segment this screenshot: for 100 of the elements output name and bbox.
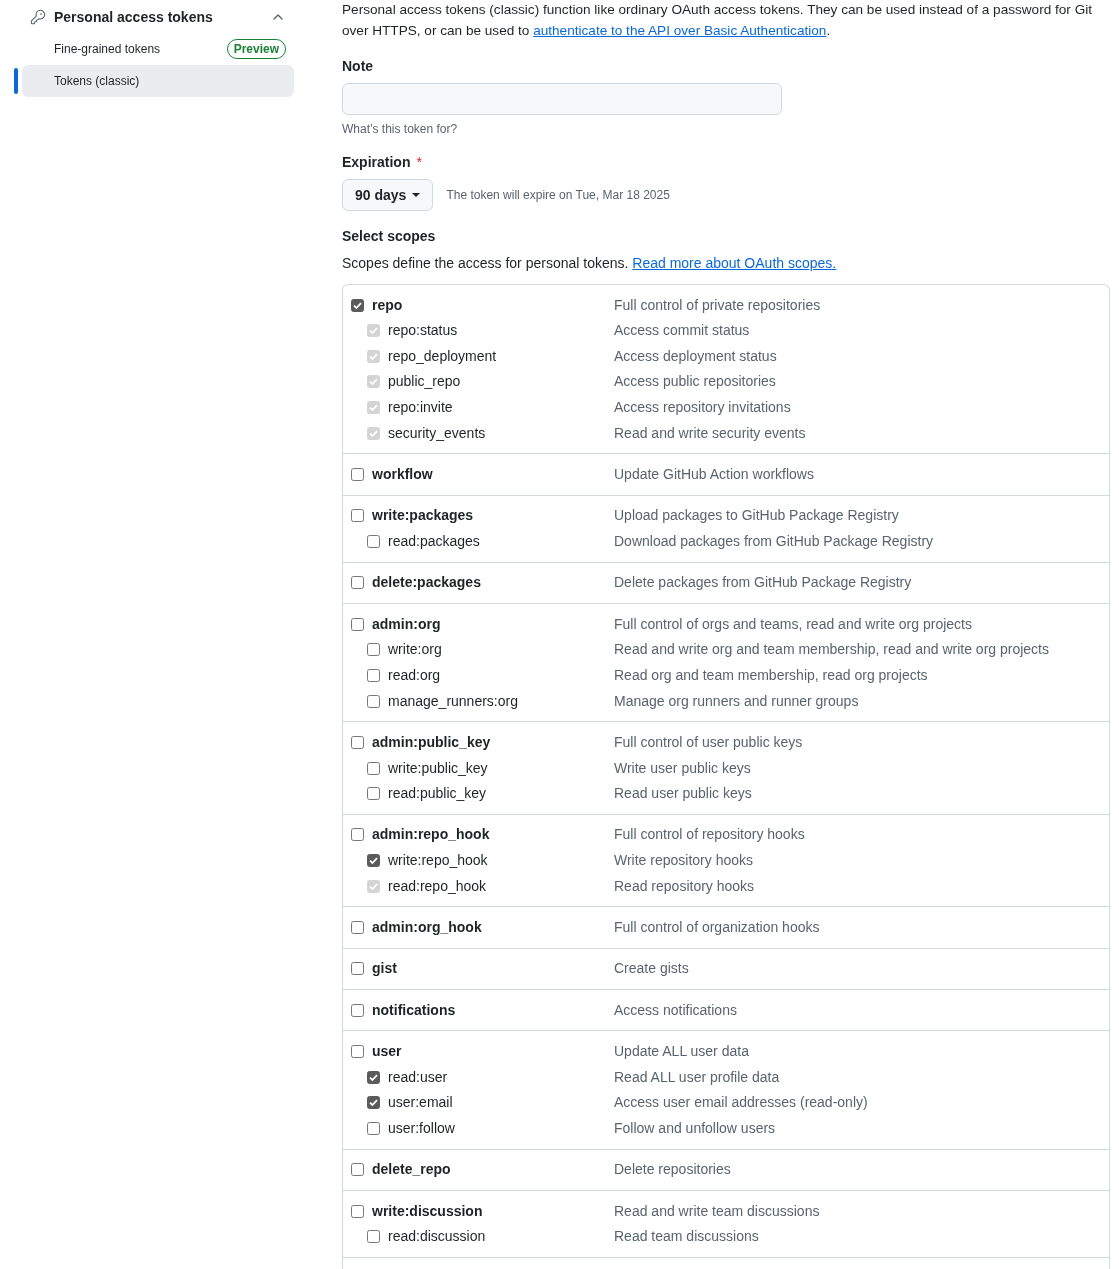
note-hint: What’s this token for? — [342, 121, 458, 138]
scope-description: Access commit status — [614, 321, 750, 341]
scope-name: write:org — [388, 640, 442, 660]
checkbox[interactable] — [351, 735, 364, 749]
scope-name: write:packages — [372, 506, 474, 526]
checkbox[interactable] — [367, 787, 380, 801]
checkbox[interactable] — [367, 643, 380, 657]
checkbox[interactable] — [367, 1070, 380, 1084]
scope-description: Access deployment status — [614, 346, 777, 366]
sidebar-item[interactable]: Fine-grained tokens Preview — [22, 33, 294, 65]
scope-description: Delete packages from GitHub Package Registry — [614, 573, 912, 593]
scope-description: Read team discussions — [614, 1227, 759, 1247]
scope-name: delete_repo — [372, 1160, 451, 1180]
note-input[interactable] — [342, 83, 782, 115]
checkbox[interactable] — [367, 1230, 380, 1244]
checkbox[interactable] — [351, 962, 364, 976]
scope-description: Full control of private repositories — [614, 295, 821, 315]
checkbox[interactable] — [351, 576, 364, 590]
checkbox[interactable] — [367, 761, 380, 775]
checkbox[interactable] — [351, 1003, 364, 1017]
checkbox[interactable] — [367, 668, 380, 682]
scope-name: user:follow — [388, 1118, 455, 1138]
scope-name: delete:packages — [372, 573, 481, 593]
scope-description: Upload packages to GitHub Package Registry — [614, 506, 899, 526]
scope-name: write:public_key — [388, 758, 488, 778]
scope-description: Read org and team membership, read org projects — [614, 665, 928, 685]
checkbox[interactable] — [351, 921, 364, 935]
expiration-dropdown[interactable]: 90 days — [342, 179, 434, 211]
scope-name: repo_deployment — [388, 346, 497, 366]
scope-description: Download packages from GitHub Package Registry — [614, 532, 934, 551]
scope-name: repo — [372, 295, 403, 315]
scope-description: Access notifications — [614, 1000, 737, 1020]
key-icon — [30, 9, 46, 25]
scope-description: Read and write security events — [614, 423, 806, 443]
scopes-title: Select scopes — [342, 227, 436, 246]
checkbox[interactable] — [351, 1045, 364, 1059]
required-asterisk: * — [416, 153, 422, 172]
checkbox[interactable] — [351, 509, 364, 523]
scope-name: notifications — [372, 1000, 456, 1020]
scope-name: write:repo_hook — [388, 851, 488, 871]
scope-description: Access repository invitations — [614, 398, 791, 418]
scope-name: admin:public_key — [372, 732, 491, 752]
checkbox[interactable] — [351, 1163, 364, 1177]
scope-description: Access user email addresses (read-only) — [614, 1093, 868, 1113]
scope-description: Manage org runners and runner groups — [614, 691, 859, 711]
scope-name: user:email — [388, 1093, 453, 1113]
scope-description: Follow and unfollow users — [614, 1118, 776, 1138]
checkbox[interactable] — [351, 828, 364, 842]
scope-name: repo:status — [388, 321, 458, 341]
expiration-label: Expiration — [342, 153, 411, 172]
scope-name: read:discussion — [388, 1227, 486, 1247]
scope-name: workflow — [372, 465, 433, 485]
scope-description: Update GitHub Action workflows — [614, 465, 814, 485]
scope-description: Read ALL user profile data — [614, 1067, 780, 1087]
checkbox[interactable] — [367, 535, 380, 548]
scope-name: public_repo — [388, 372, 461, 392]
scope-name: read:public_key — [388, 784, 487, 804]
caret-down-icon — [412, 193, 421, 197]
scope-description: Full control of user public keys — [614, 732, 803, 752]
intro-text: Personal access tokens (classic) function like ordinary OAuth access tokens. They can be used instead of a password for Git over HTTPS, or can be used to authenticate to the API over Basic Authentication. — [342, 1, 1094, 40]
scope-name: read:repo_hook — [388, 876, 487, 896]
checkbox[interactable] — [351, 468, 364, 482]
scope-description: Full control of repository hooks — [614, 825, 805, 845]
scope-name: admin:org — [372, 614, 441, 634]
scope-name: user — [372, 1042, 402, 1062]
scope-name: read:packages — [388, 532, 480, 551]
checkbox[interactable] — [367, 854, 380, 868]
scope-description: Read repository hooks — [614, 876, 755, 896]
scope-name: write:discussion — [372, 1201, 483, 1221]
scope-name: admin:repo_hook — [372, 825, 490, 845]
scope-description: Read and write team discussions — [614, 1201, 820, 1221]
scope-description: Update ALL user data — [614, 1042, 749, 1062]
scope-name: gist — [372, 959, 397, 979]
oauth-scopes-link[interactable]: Read more about OAuth scopes. — [632, 255, 837, 271]
scope-name: security_events — [388, 423, 486, 443]
scope-description: Full control of organization hooks — [614, 918, 820, 938]
scope-name: read:org — [388, 665, 441, 685]
checkbox[interactable] — [351, 1204, 364, 1218]
note-label: Note — [342, 57, 374, 76]
checkbox[interactable] — [351, 298, 364, 312]
sidebar-item[interactable]: Tokens (classic) — [22, 65, 294, 97]
checkbox[interactable] — [351, 617, 364, 631]
expiration-caption: The token will expire on Tue, Mar 18 2025 — [446, 187, 670, 204]
checkbox[interactable] — [367, 1096, 380, 1110]
scope-description: Read and write org and team membership, read and write org projects — [614, 640, 1049, 660]
section-header[interactable]: Personal access tokens — [22, 1, 294, 33]
scopes-description: Scopes define the access for personal tokens. Read more about OAuth scopes. — [342, 254, 837, 273]
scope-name: repo:invite — [388, 398, 453, 418]
scope-description: Access public repositories — [614, 372, 776, 392]
checkbox[interactable] — [367, 1121, 380, 1135]
scope-name: admin:org_hook — [372, 918, 482, 938]
scope-name: manage_runners:org — [388, 691, 518, 711]
scope-description: Write repository hooks — [614, 851, 753, 871]
scope-description: Delete repositories — [614, 1160, 731, 1180]
scope-name: read:user — [388, 1067, 448, 1087]
scope-description: Write user public keys — [614, 758, 751, 778]
checkbox[interactable] — [367, 694, 380, 708]
scope-description: Create gists — [614, 959, 689, 979]
scope-description: Read user public keys — [614, 784, 752, 804]
scope-description: Full control of orgs and teams, read and write org projects — [614, 614, 972, 634]
